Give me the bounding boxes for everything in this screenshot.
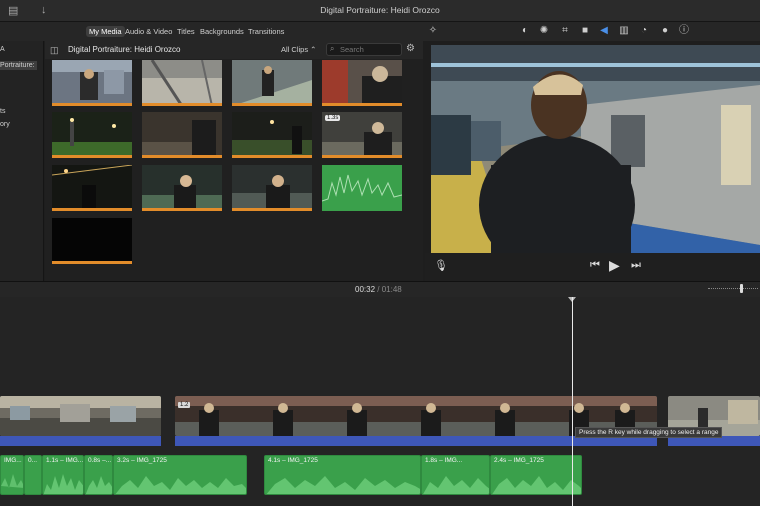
range-tooltip: Press the R key while dragging to select… [575,427,723,438]
audio-clip[interactable] [322,165,402,211]
sidebar-item[interactable]: A [0,46,5,53]
media-browser-tabs: My Media Audio & Video Titles Background… [0,22,425,41]
timecode-bar: 00:32 / 01:48 [0,281,760,297]
viewer-controls: 🎙︎ ⏮︎ ▶ ⏭︎ [425,253,760,281]
speed-icon[interactable]: ◔ [638,25,650,37]
audio-clip[interactable]: 0... [24,455,42,495]
color-balance-icon[interactable]: ◐ [519,25,531,37]
audio-clip[interactable]: 2.4s – IMG_1725 [490,455,582,495]
audio-clip[interactable]: IMG... [0,455,24,495]
crop-icon[interactable]: ⌗ [559,25,571,37]
media-clip[interactable] [142,165,222,211]
audio-clip[interactable]: 4.1s – IMG_1725 [264,455,421,495]
sidebar-toggle-icon[interactable]: ◫ [50,45,59,56]
media-clip[interactable] [142,112,222,158]
video-clip[interactable] [0,396,161,436]
audio-clip[interactable]: 3.2s – IMG_1725 [113,455,247,495]
media-clip[interactable] [142,60,222,106]
adjustment-toolbar: ✧ ◐ ✺ ⌗ ■ ◀ ▥ ◔ ● ⓘ [425,22,760,41]
color-palette-icon[interactable]: ✺ [538,25,550,37]
media-browser: 1.3s [45,59,423,281]
noise-icon[interactable]: ● [659,25,671,37]
window-title: Digital Portraiture: Heidi Orozco [320,5,440,15]
media-clip[interactable] [52,60,132,106]
video-clip-label: 1.2 [178,402,191,408]
audio-clip[interactable]: 1.1s – IMG... [42,455,84,495]
tab-backgrounds[interactable]: Backgrounds [200,27,244,36]
media-clip[interactable] [322,60,402,106]
settings-icon[interactable]: ⚙ [406,43,415,54]
info-icon[interactable]: ⓘ [678,25,690,37]
camera-icon[interactable]: ■ [579,25,591,37]
media-clip[interactable] [232,112,312,158]
media-clip[interactable] [232,60,312,106]
tab-my-media[interactable]: My Media [86,26,125,37]
attached-audio[interactable] [0,436,161,446]
equalizer-icon[interactable]: ▥ [618,25,630,37]
media-clip[interactable]: 1.3s [322,112,402,158]
tab-transitions[interactable]: Transitions [248,27,284,36]
clip-duration-badge: 1.3s [325,115,341,121]
search-icon: ⌕ [330,44,335,53]
magic-wand-icon[interactable]: ✧ [427,25,439,37]
library-sidebar: A Portraiture: ts ory [0,41,44,281]
skip-forward-icon[interactable]: ⏭︎ [631,259,641,272]
sidebar-item-project[interactable]: Portraiture: [0,61,37,70]
tab-titles[interactable]: Titles [177,27,195,36]
timeline[interactable]: 1.2 IMG... 0... 1.1s – IMG... 0.8s –... … [0,297,760,506]
playhead[interactable] [572,297,573,506]
microphone-icon[interactable]: 🎙︎ [434,259,448,272]
play-icon[interactable]: ▶ [609,257,620,274]
timecode-display: 00:32 / 01:48 [355,285,402,294]
media-clip[interactable] [232,165,312,211]
sidebar-item[interactable]: ts [0,108,5,115]
video-viewer[interactable] [431,45,760,253]
skip-back-icon[interactable]: ⏮︎ [590,259,600,272]
sidebar-item[interactable]: ory [0,121,10,128]
volume-icon[interactable]: ◀ [598,25,610,37]
audio-clip[interactable]: 1.8s – IMG... [421,455,490,495]
media-clip[interactable] [52,165,132,211]
timeline-zoom-slider[interactable] [708,288,758,289]
search-input[interactable]: ⌕ Search [326,43,402,56]
media-clip[interactable] [52,112,132,158]
timeline-zoom-knob[interactable] [740,284,743,293]
tab-audio-video[interactable]: Audio & Video [125,27,172,36]
title-bar: ▤ ↓ Digital Portraiture: Heidi Orozco [0,0,760,22]
audio-clip[interactable]: 0.8s –... [84,455,113,495]
clip-filter-select[interactable]: All Clips ⌃ [281,45,316,54]
project-name: Digital Portraiture: Heidi Orozco [68,45,181,54]
media-clip[interactable] [52,218,132,264]
search-placeholder: Search [340,45,364,54]
